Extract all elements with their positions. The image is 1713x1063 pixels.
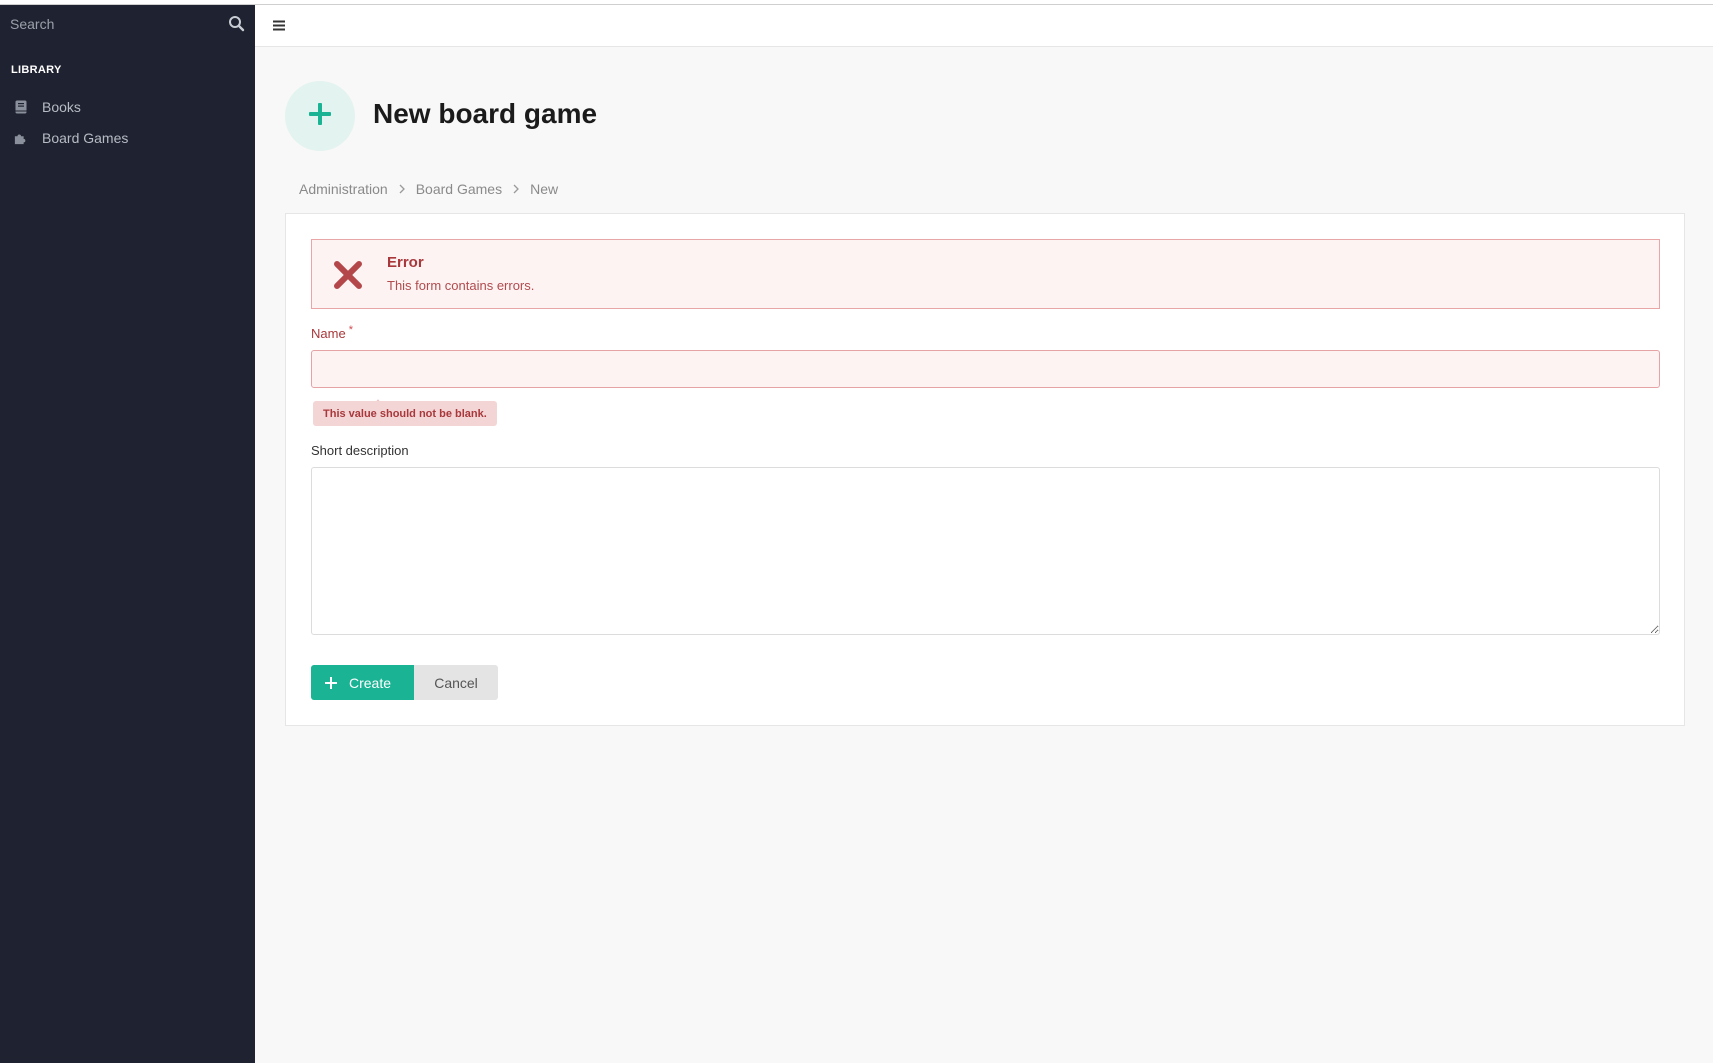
breadcrumb-new: New: [530, 181, 559, 197]
alert-title: Error: [387, 254, 424, 271]
chevron-right-icon: [512, 184, 520, 194]
sidebar-item-label: Board Games: [42, 130, 129, 146]
sidebar-item-books[interactable]: Books: [0, 92, 255, 122]
error-alert: Error This form contains errors.: [311, 239, 1660, 309]
plus-icon: [325, 676, 337, 689]
name-field[interactable]: [311, 350, 1660, 388]
description-field[interactable]: [311, 467, 1660, 635]
sidebar-search: [0, 5, 255, 43]
page-title: New board game: [373, 98, 598, 129]
hamburger-icon[interactable]: [272, 18, 286, 32]
breadcrumb: Administration Board Games New: [299, 181, 558, 197]
alert-message: This form contains errors.: [387, 278, 535, 293]
sidebar-item-board-games[interactable]: Board Games: [0, 123, 255, 153]
chevron-right-icon: [398, 184, 406, 194]
app-root: LIBRARY Books Board Games New board game…: [0, 0, 1713, 1063]
create-button[interactable]: Create: [311, 665, 414, 700]
topbar: [255, 5, 1713, 47]
create-button-label: Create: [349, 674, 392, 691]
search-input[interactable]: [0, 5, 255, 43]
description-label: Short description: [311, 443, 409, 458]
name-error-tooltip: This value should not be blank.: [313, 401, 497, 426]
name-label-text: Name: [311, 326, 346, 341]
close-icon: [332, 259, 364, 291]
sidebar-item-label: Books: [42, 99, 81, 115]
required-mark: *: [348, 324, 353, 336]
puzzle-icon: [14, 131, 28, 145]
page-header-icon-circle: [285, 81, 355, 151]
search-icon[interactable]: [228, 15, 245, 32]
sidebar: LIBRARY Books Board Games: [0, 5, 255, 1063]
plus-icon: [307, 101, 333, 132]
book-icon: [14, 100, 28, 114]
cancel-button[interactable]: Cancel: [414, 665, 498, 700]
breadcrumb-board-games[interactable]: Board Games: [416, 181, 502, 197]
name-label: Name *: [311, 324, 353, 341]
form-card: Error This form contains errors. Name * T…: [285, 213, 1685, 726]
breadcrumb-administration[interactable]: Administration: [299, 181, 388, 197]
nav-heading-library: LIBRARY: [11, 64, 62, 76]
